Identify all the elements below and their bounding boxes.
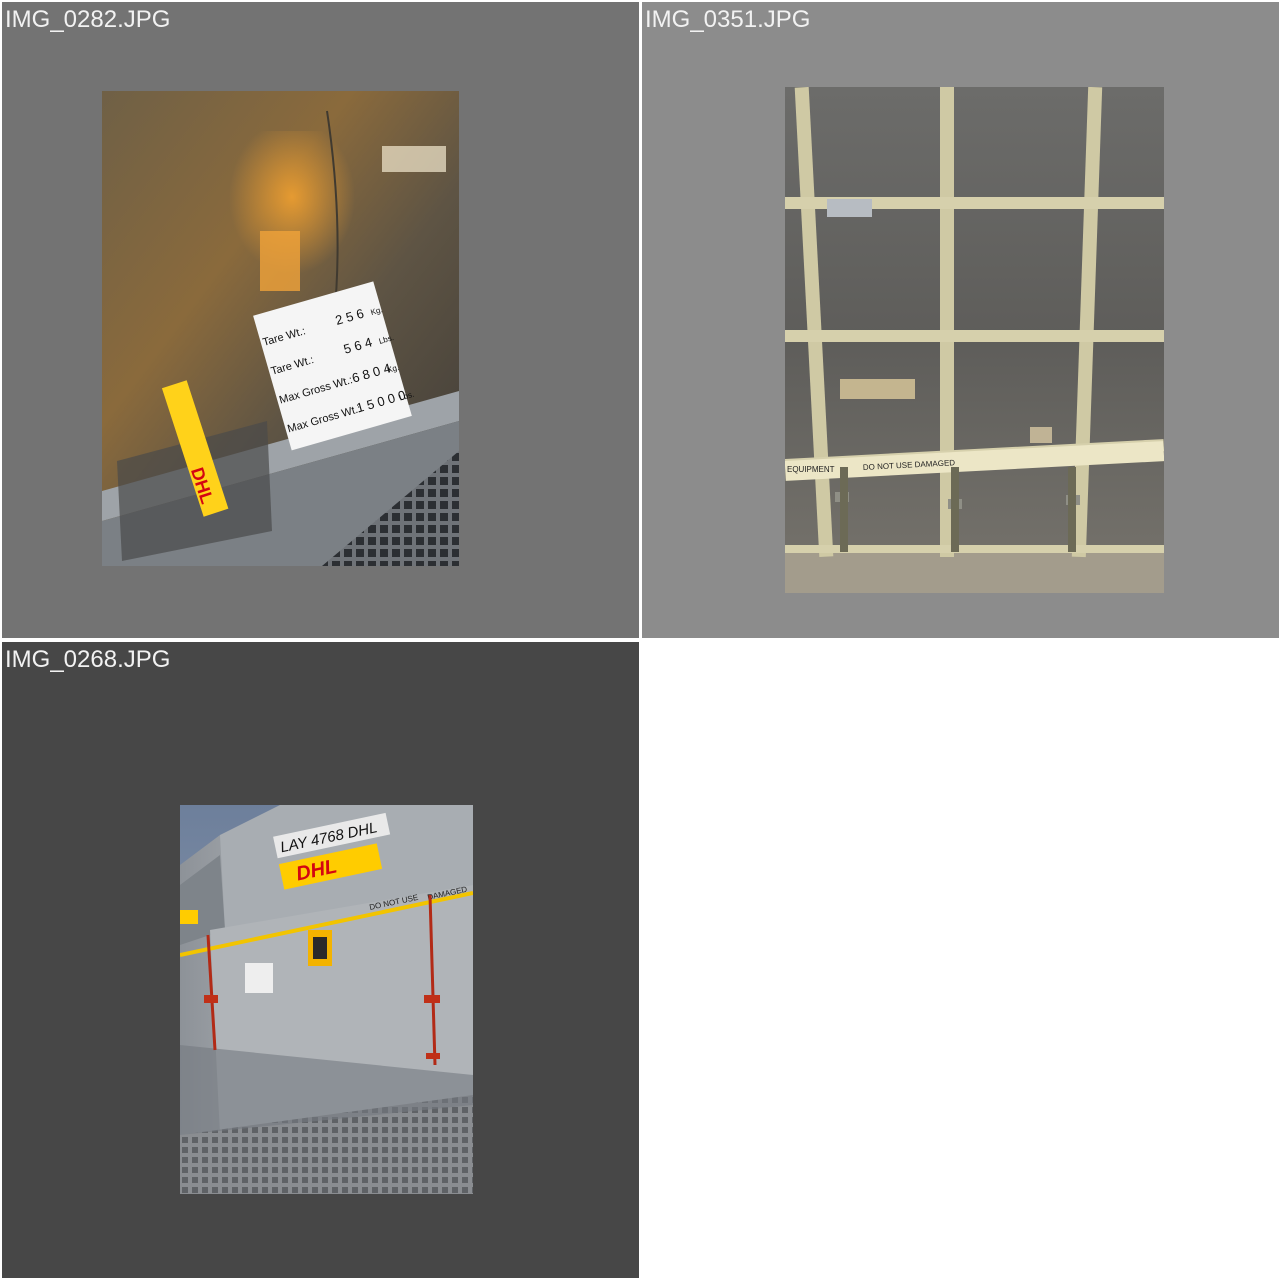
image-tile[interactable]: IMG_0351.JPG EQUIPMENT DO NOT USE DAMAGE… — [642, 2, 1279, 638]
image-tile[interactable]: IMG_0268.JPG DO NOT USE DAMAGED LAY 4768… — [2, 642, 639, 1278]
image-filename: IMG_0282.JPG — [5, 6, 171, 33]
image-tile[interactable]: IMG_0282.JPG Tare Wt.: 2 5 6 Kg. Tare Wt… — [2, 2, 639, 638]
container-side-photo: Tare Wt.: 2 5 6 Kg. Tare Wt.: 5 6 4 Lbs.… — [102, 91, 459, 566]
image-grid: IMG_0282.JPG Tare Wt.: 2 5 6 Kg. Tare Wt… — [0, 0, 1280, 1280]
image-filename: IMG_0351.JPG — [645, 6, 811, 33]
image-thumbnail[interactable]: EQUIPMENT DO NOT USE DAMAGED — [785, 87, 1164, 593]
cargo-net-photo: EQUIPMENT DO NOT USE DAMAGED — [785, 87, 1164, 593]
image-thumbnail[interactable]: DO NOT USE DAMAGED LAY 4768 DHL DHL — [180, 805, 473, 1194]
strap-text: EQUIPMENT — [787, 465, 835, 474]
image-filename: IMG_0268.JPG — [5, 646, 171, 673]
image-thumbnail[interactable]: Tare Wt.: 2 5 6 Kg. Tare Wt.: 5 6 4 Lbs.… — [102, 91, 459, 566]
uld-container-photo: DO NOT USE DAMAGED LAY 4768 DHL DHL — [180, 805, 473, 1194]
